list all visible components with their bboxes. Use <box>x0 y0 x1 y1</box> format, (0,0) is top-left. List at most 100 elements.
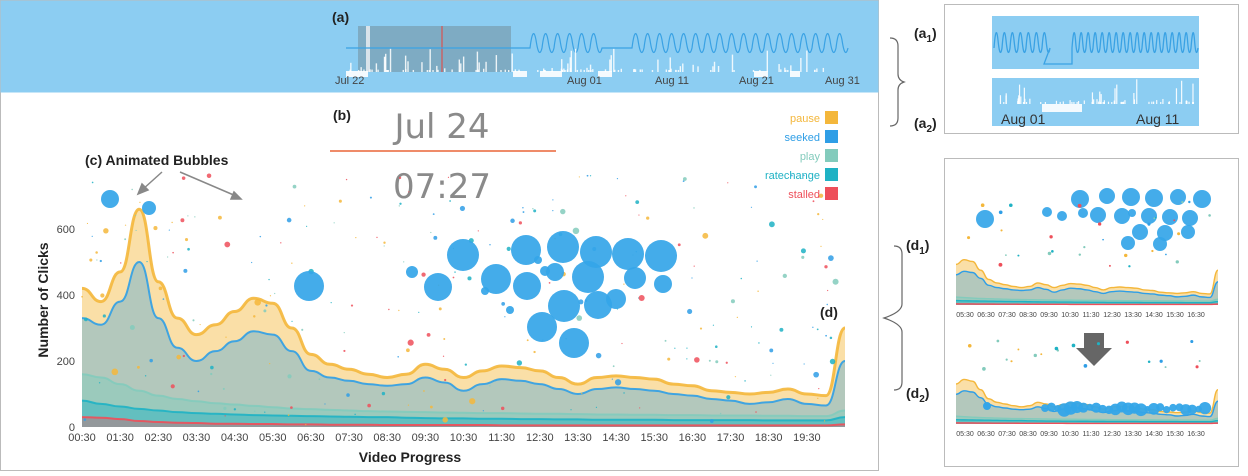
x-tick: 11:30 <box>488 432 515 444</box>
scatter-dot <box>694 357 700 363</box>
scatter-dot <box>816 328 819 331</box>
timeline-bar-mark <box>697 66 699 72</box>
timeline-bar-mark <box>389 48 392 72</box>
mini-dot <box>1017 348 1020 351</box>
scatter-dot <box>686 347 688 349</box>
x-tick: 07:30 <box>335 432 363 444</box>
y-tick-400: 400 <box>57 290 75 302</box>
scatter-dot <box>333 222 335 224</box>
scatter-dot <box>388 308 390 311</box>
timeline-bar-mark <box>436 65 438 72</box>
scatter-dot <box>407 404 410 406</box>
timeline-tick-aug31: Aug 31 <box>825 75 860 87</box>
scatter-dot <box>182 354 186 358</box>
scatter-dot <box>526 339 529 342</box>
mini-bubble <box>1042 207 1052 217</box>
mini-tick: 15:30 <box>1166 312 1184 319</box>
x-tick: 02:30 <box>145 432 173 444</box>
label-b: (b) <box>333 107 351 123</box>
timeline-bar-mark <box>733 69 735 72</box>
timeline-bar-mark <box>633 68 636 72</box>
scatter-dot <box>477 230 479 232</box>
scatter-dot <box>346 393 350 397</box>
mini-dot <box>1097 222 1102 226</box>
bubble <box>294 271 324 301</box>
scatter-dot <box>263 309 267 313</box>
scatter-dot <box>444 378 447 382</box>
scatter-dot <box>522 211 525 213</box>
label-d1: (d1) <box>906 237 929 257</box>
timeline-brush-selection[interactable] <box>358 26 511 72</box>
scatter-dot <box>153 226 158 231</box>
scatter-dot <box>686 358 688 360</box>
mini-dot <box>1047 251 1052 256</box>
mini-bubble <box>983 402 991 410</box>
x-tick: 13:30 <box>564 432 592 444</box>
mini-tick: 10:30 <box>1061 431 1079 438</box>
zoom-bar-mark <box>1093 99 1095 104</box>
scatter-dot <box>612 365 615 368</box>
mini-dot <box>1173 219 1176 222</box>
zoom-bar-mark <box>1192 83 1194 104</box>
mini-dot <box>1040 353 1043 356</box>
zoom-bar-mark <box>1029 98 1031 104</box>
timeline-bar-mark <box>437 69 439 72</box>
scatter-dot <box>518 221 522 225</box>
bubble <box>534 256 542 264</box>
mini-bubble <box>976 210 994 228</box>
bubble <box>406 266 418 278</box>
scatter-dot <box>91 235 93 237</box>
timeline-bar-mark <box>432 69 434 72</box>
mini-tick: 06:30 <box>977 431 995 438</box>
scatter-dot <box>83 317 88 322</box>
scatter-dot <box>369 196 372 199</box>
timeline-bar-mark <box>421 62 423 72</box>
mini-bubble <box>1121 236 1135 250</box>
scatter-dot <box>265 304 268 307</box>
panel-a2-tick-aug11: Aug 11 <box>1136 111 1180 127</box>
scatter-dot <box>95 251 98 254</box>
scatter-dot <box>726 395 731 400</box>
scatter-dot <box>464 363 467 366</box>
legend-swatch-pause <box>825 111 838 124</box>
timeline-bar-mark <box>613 48 615 72</box>
zoom-bar-mark <box>1024 98 1026 104</box>
timeline-bar-mark <box>495 55 498 72</box>
zoom-bar-mark <box>1107 101 1110 104</box>
scatter-dot <box>292 184 297 189</box>
timeline-bar-mark <box>657 59 659 72</box>
zoom-bar-mark <box>1185 100 1188 104</box>
scatter-dot <box>803 363 805 365</box>
mini-dot <box>1083 245 1086 249</box>
scatter-dot <box>709 419 714 423</box>
panel-a1-wave <box>992 16 1199 69</box>
timeline-bar-mark <box>766 50 769 72</box>
mini-bubble <box>1078 208 1088 218</box>
scatter-dot <box>223 406 227 410</box>
mini-dot <box>1102 238 1104 241</box>
timeline-bar-mark <box>563 68 565 72</box>
timeline-bar-mark <box>609 59 611 72</box>
mini-tick: 13:30 <box>1124 431 1142 438</box>
scatter-dot <box>225 336 227 338</box>
mini-dot <box>1078 253 1082 256</box>
legend-swatch-seeked <box>825 130 838 143</box>
y-axis-title: Number of Clicks <box>35 242 51 357</box>
scatter-dot <box>192 319 195 322</box>
scatter-dot <box>89 258 93 262</box>
scatter-dot <box>124 224 127 226</box>
timeline-brush-handle[interactable] <box>366 26 370 72</box>
zoom-bar-mark <box>1162 98 1164 104</box>
scatter-dot <box>801 255 805 259</box>
legend-swatch-ratechange <box>825 168 838 181</box>
timeline-bar-mark <box>816 68 818 72</box>
x-tick: 00:30 <box>68 432 96 444</box>
scatter-dot <box>354 413 356 416</box>
timeline-bar-mark <box>778 64 780 72</box>
scatter-dot <box>162 298 165 300</box>
bubble <box>506 306 514 314</box>
mini-dot <box>1151 249 1154 253</box>
scatter-dot <box>137 365 140 369</box>
x-tick: 04:30 <box>221 432 249 444</box>
scatter-dot <box>756 260 758 262</box>
